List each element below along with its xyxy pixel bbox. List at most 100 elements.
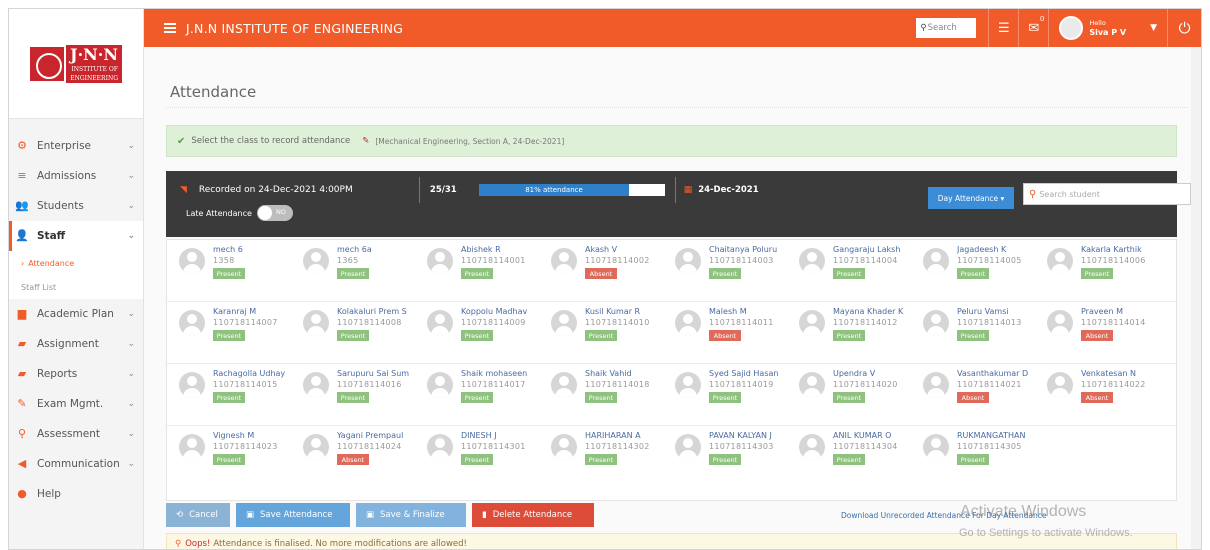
student-card[interactable]: Mayana Khader K 110718114012 Present (793, 304, 917, 362)
student-name: Mayana Khader K (833, 307, 904, 316)
status-badge[interactable]: Present (213, 454, 245, 465)
status-badge[interactable]: Present (957, 330, 989, 341)
status-badge[interactable]: Present (461, 454, 493, 465)
day-attendance-dropdown[interactable]: Day Attendance ▾ (928, 187, 1014, 209)
sidebar-item-reports[interactable]: ▰ Reports ⌄ (9, 359, 143, 389)
status-badge[interactable]: Present (957, 268, 989, 279)
student-card[interactable]: Jagadeesh K 110718114005 Present (917, 242, 1041, 300)
student-card[interactable]: Rachagolla Udhay 110718114015 Present (173, 366, 297, 424)
messages-button[interactable]: ✉ 0 (1018, 9, 1048, 47)
student-card[interactable]: Upendra V 110718114020 Present (793, 366, 917, 424)
status-badge[interactable]: Present (337, 268, 369, 279)
status-badge[interactable]: Absent (585, 268, 617, 279)
save-attendance-button[interactable]: ▣ Save Attendance (236, 503, 350, 527)
sidebar-item-enterprise[interactable]: ⚙ Enterprise ⌄ (9, 131, 143, 161)
status-badge[interactable]: Present (461, 268, 493, 279)
user-menu[interactable]: Hello Siva P V ▼ (1048, 9, 1167, 47)
status-badge[interactable]: Present (709, 392, 741, 403)
scrollbar[interactable] (1191, 47, 1201, 549)
status-badge[interactable]: Absent (957, 392, 989, 403)
student-card[interactable]: DINESH J 110718114301 Present (421, 428, 545, 486)
status-badge[interactable]: Present (585, 454, 617, 465)
status-badge[interactable]: Present (833, 392, 865, 403)
sidebar-item-assignment[interactable]: ▰ Assignment ⌄ (9, 329, 143, 359)
save-finalize-button[interactable]: ▣ Save & Finalize (356, 503, 466, 527)
sidebar-item-students[interactable]: 👥 Students ⌄ (9, 191, 143, 221)
student-card[interactable]: Kusil Kumar R 110718114010 Present (545, 304, 669, 362)
sidebar-subitem-staff-list[interactable]: Staff List (9, 275, 143, 299)
student-card[interactable]: RUKMANGATHAN 110718114305 Present (917, 428, 1041, 486)
status-badge[interactable]: Present (337, 330, 369, 341)
sidebar-item-help[interactable]: ● Help (9, 479, 143, 509)
avatar (303, 372, 329, 398)
status-badge[interactable]: Present (213, 268, 245, 279)
global-search-input[interactable]: ⚲ Search (916, 18, 977, 38)
status-badge[interactable]: Present (957, 454, 989, 465)
student-card[interactable]: Peluru Vamsi 110718114013 Present (917, 304, 1041, 362)
status-badge[interactable]: Absent (1081, 330, 1113, 341)
sidebar-item-academic-plan[interactable]: ▆ Academic Plan ⌄ (9, 299, 143, 329)
student-card[interactable]: Kakarla Karthik 110718114006 Present (1041, 242, 1165, 300)
logout-button[interactable]: ⏻ (1167, 9, 1201, 47)
sidebar-item-label: Assignment (37, 338, 99, 350)
student-card[interactable]: Vasanthakumar D 110718114021 Absent (917, 366, 1041, 424)
tasks-button[interactable]: ☰ (988, 9, 1018, 47)
status-badge[interactable]: Present (585, 392, 617, 403)
late-attendance-toggle[interactable]: NO (256, 205, 293, 221)
menu-toggle-icon[interactable] (164, 21, 176, 35)
student-card[interactable]: Malesh M 110718114011 Absent (669, 304, 793, 362)
institute-logo[interactable]: J·N·N INSTITUTE OF ENGINEERING (9, 9, 143, 119)
status-badge[interactable]: Absent (337, 454, 369, 465)
student-card[interactable]: HARIHARAN A 110718114302 Present (545, 428, 669, 486)
status-badge[interactable]: Present (709, 454, 741, 465)
student-card[interactable]: PAVAN KALYAN J 110718114303 Present (669, 428, 793, 486)
status-badge[interactable]: Present (833, 454, 865, 465)
sidebar-item-communication[interactable]: ◀ Communication ⌄ (9, 449, 143, 479)
student-card[interactable]: Gangaraju Laksh 110718114004 Present (793, 242, 917, 300)
student-card[interactable]: Sarupuru Sai Sum 110718114016 Present (297, 366, 421, 424)
student-card[interactable]: Syed Sajid Hasan 110718114019 Present (669, 366, 793, 424)
status-badge[interactable]: Present (833, 268, 865, 279)
avatar (179, 248, 205, 274)
status-badge[interactable]: Present (213, 392, 245, 403)
student-card[interactable]: Praveen M 110718114014 Absent (1041, 304, 1165, 362)
status-badge[interactable]: Present (585, 330, 617, 341)
student-card[interactable]: mech 6a 1365 Present (297, 242, 421, 300)
sidebar-item-exam-mgmt[interactable]: ✎ Exam Mgmt. ⌄ (9, 389, 143, 419)
student-card[interactable]: Koppolu Madhav 110718114009 Present (421, 304, 545, 362)
student-card[interactable]: ANIL KUMAR O 110718114304 Present (793, 428, 917, 486)
student-card[interactable]: Chaitanya Poluru 110718114003 Present (669, 242, 793, 300)
student-name: ANIL KUMAR O (833, 431, 892, 440)
student-card[interactable]: Karanraj M 110718114007 Present (173, 304, 297, 362)
status-badge[interactable]: Present (461, 330, 493, 341)
status-badge[interactable]: Present (709, 268, 741, 279)
student-card[interactable]: Shaik Vahid 110718114018 Present (545, 366, 669, 424)
sidebar-item-assessment[interactable]: ⚲ Assessment ⌄ (9, 419, 143, 449)
student-card[interactable]: Abishek R 110718114001 Present (421, 242, 545, 300)
sidebar-item-staff[interactable]: 👤 Staff ⌄ (9, 221, 143, 251)
search-student-input[interactable]: ⚲ Search student (1023, 183, 1191, 205)
student-card[interactable]: Yagani Prempaul 110718114024 Absent (297, 428, 421, 486)
student-card[interactable]: Kolakaluri Prem S 110718114008 Present (297, 304, 421, 362)
status-badge[interactable]: Present (337, 392, 369, 403)
attendance-date: 24-Dec-2021 (698, 185, 759, 195)
student-card[interactable]: mech 6 1358 Present (173, 242, 297, 300)
cancel-button[interactable]: ⟲ Cancel (166, 503, 230, 527)
class-details[interactable]: [Mechanical Engineering, Section A, 24-D… (375, 137, 564, 146)
status-badge[interactable]: Present (1081, 268, 1113, 279)
status-badge[interactable]: Absent (1081, 392, 1113, 403)
status-badge[interactable]: Present (461, 392, 493, 403)
sidebar-subitem-attendance[interactable]: › Attendance (9, 251, 143, 275)
student-card[interactable]: Akash V 110718114002 Absent (545, 242, 669, 300)
student-card[interactable]: Shaik mohaseen 110718114017 Present (421, 366, 545, 424)
sidebar-item-admissions[interactable]: ≡ Admissions ⌄ (9, 161, 143, 191)
student-id: 110718114304 (833, 442, 898, 451)
status-badge[interactable]: Absent (709, 330, 741, 341)
status-badge[interactable]: Present (833, 330, 865, 341)
status-badge[interactable]: Present (213, 330, 245, 341)
edit-class-icon[interactable]: ✎ (362, 136, 369, 146)
student-card[interactable]: Venkatesan N 110718114022 Absent (1041, 366, 1165, 424)
student-card[interactable]: Vignesh M 110718114023 Present (173, 428, 297, 486)
delete-attendance-button[interactable]: ▮ Delete Attendance (472, 503, 594, 527)
divider (167, 363, 1176, 364)
